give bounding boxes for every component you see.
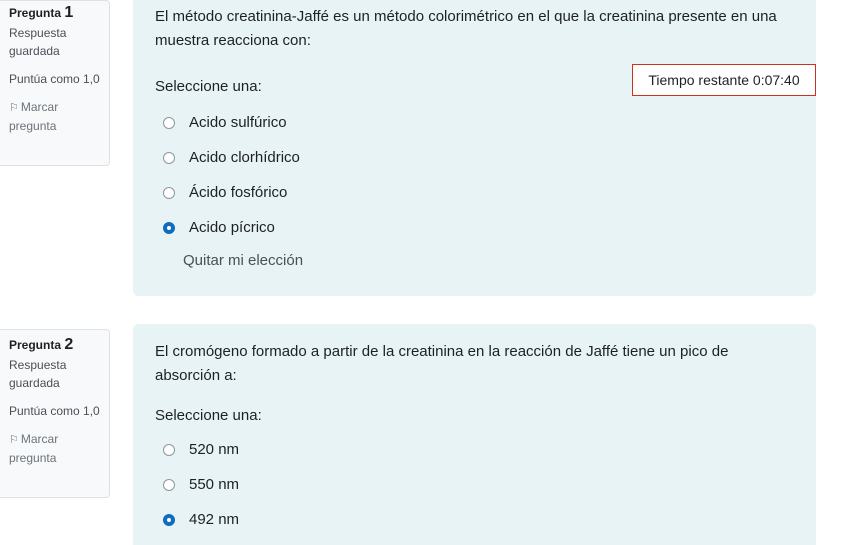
radio-button-selected[interactable] — [163, 513, 175, 526]
answer-option[interactable]: 550 nm — [155, 467, 794, 502]
radio-button[interactable] — [163, 443, 175, 456]
radio-button[interactable] — [163, 478, 175, 491]
answer-option[interactable]: Ácido fosfórico — [155, 175, 794, 210]
answer-prompt: Seleccione una: — [155, 407, 262, 424]
question-number: 1 — [64, 4, 74, 21]
answer-option[interactable]: Acido clorhídrico — [155, 140, 794, 175]
option-label[interactable]: 492 nm — [189, 511, 239, 528]
answer-option[interactable]: Acido sulfúrico — [155, 105, 794, 140]
option-label[interactable]: 520 nm — [189, 441, 239, 458]
answer-option[interactable]: 492 nm — [155, 502, 794, 537]
answer-options: 520 nm 550 nm 492 nm — [155, 432, 794, 537]
timer-label: Tiempo restante — [648, 72, 750, 88]
question-state: Respuesta guardada — [9, 358, 67, 390]
question-grade: Puntúa como 1,0 — [9, 404, 100, 418]
radio-button[interactable] — [163, 151, 175, 164]
radio-button-selected[interactable] — [163, 221, 175, 234]
answer-options: Acido sulfúrico Acido clorhídrico Ácido … — [155, 105, 794, 245]
question-1-content: El método creatinina-Jaffé es un método … — [133, 0, 816, 296]
option-label[interactable]: Acido pícrico — [189, 219, 275, 236]
timer-value: 0:07:40 — [752, 72, 800, 88]
clear-choice-link[interactable]: Quitar mi elección — [155, 252, 794, 269]
radio-button[interactable] — [163, 186, 175, 199]
answer-option[interactable]: 520 nm — [155, 432, 794, 467]
flag-question-link[interactable]: ⚐ Marcar pregunta — [9, 98, 101, 135]
question-2-heading: Pregunta 2 — [9, 336, 101, 354]
question-number: 2 — [64, 336, 74, 353]
time-remaining-box: Tiempo restante 0:07:40 — [632, 64, 816, 96]
option-label[interactable]: Ácido fosfórico — [189, 184, 287, 201]
question-2-info: Pregunta 2 Respuesta guardada Puntúa com… — [0, 329, 110, 498]
question-label: Pregunta — [9, 338, 62, 352]
question-text: El cromógeno formado a partir de la crea… — [155, 343, 729, 384]
radio-button[interactable] — [163, 116, 175, 129]
flag-icon: ⚐ — [9, 102, 19, 114]
question-label: Pregunta — [9, 6, 62, 20]
flag-question-link[interactable]: ⚐ Marcar pregunta — [9, 430, 101, 467]
question-1-info: Pregunta 1 Respuesta guardada Puntúa com… — [0, 0, 110, 166]
flag-icon: ⚐ — [9, 434, 19, 446]
answer-option[interactable]: Acido pícrico — [155, 210, 794, 245]
question-grade: Puntúa como 1,0 — [9, 72, 100, 86]
question-text: El método creatinina-Jaffé es un método … — [155, 8, 777, 49]
option-label[interactable]: Acido clorhídrico — [189, 149, 300, 166]
option-label[interactable]: Acido sulfúrico — [189, 114, 287, 131]
question-2-content: El cromógeno formado a partir de la crea… — [133, 324, 816, 545]
option-label[interactable]: 550 nm — [189, 476, 239, 493]
question-1-heading: Pregunta 1 — [9, 4, 101, 22]
question-state: Respuesta guardada — [9, 26, 67, 58]
